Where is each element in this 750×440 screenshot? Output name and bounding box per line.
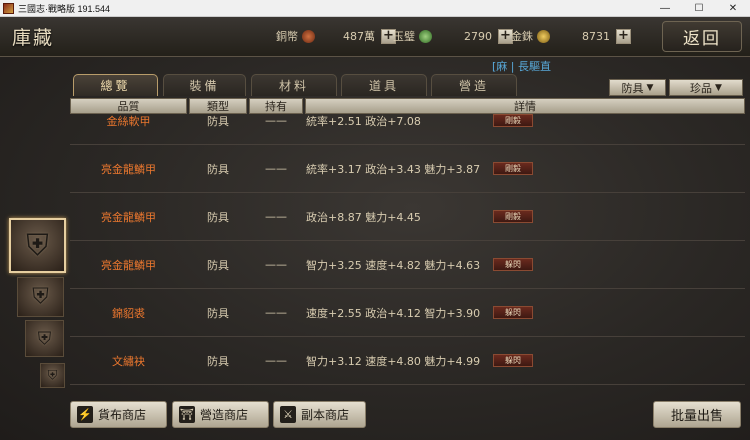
column-detail: 詳情 — [305, 98, 745, 114]
swords-icon: ⚔ — [280, 406, 296, 423]
trait-badge[interactable]: 剛毅 — [493, 114, 533, 127]
game-window: 庫藏 銅幣 487萬 + 玉璧 2790 + 金銖 8731 + 返回 [麻 |… — [0, 17, 750, 440]
batch-sell-button[interactable]: 批量出售 — [653, 401, 741, 428]
maximize-button[interactable]: ☐ — [682, 0, 716, 17]
back-button[interactable]: 返回 — [662, 21, 742, 52]
item-held: —— — [265, 306, 287, 319]
selected-item-thumbnail[interactable]: ⛨ — [9, 218, 66, 273]
top-bar: 庫藏 銅幣 487萬 + 玉璧 2790 + 金銖 8731 + 返回 — [0, 17, 750, 57]
item-held: —— — [265, 162, 287, 175]
item-type: 防具 — [207, 354, 229, 368]
item-name: 亮金龍鱗甲 — [101, 162, 156, 176]
item-name: 文繡袂 — [112, 354, 145, 368]
window-controls: — ☐ ✕ — [648, 0, 750, 17]
item-type: 防具 — [207, 306, 229, 320]
currency-label: 銅幣 — [276, 30, 298, 43]
table-row[interactable]: 文繡袂 防具 —— 智力+3.12 速度+4.80 魅力+4.99 躲閃 — [70, 337, 745, 385]
tab-materials[interactable]: 材料 — [251, 74, 337, 96]
currency-value: 8731 — [582, 29, 610, 43]
item-detail: 統率+3.17 政治+3.43 魅力+3.87 — [306, 162, 481, 176]
column-held[interactable]: 持有 — [249, 98, 303, 114]
table-row[interactable]: 錦貂裘 防具 —— 速度+2.55 政治+4.12 智力+3.90 躲閃 — [70, 289, 745, 337]
add-gold-button[interactable]: + — [616, 28, 631, 44]
item-detail: 智力+3.12 速度+4.80 魅力+4.99 — [306, 354, 481, 368]
column-type[interactable]: 類型 — [189, 98, 247, 114]
item-detail: 統率+2.51 政治+7.08 — [306, 114, 421, 128]
armor-icon: ⛨ — [47, 368, 58, 383]
armor-icon: ⛨ — [26, 228, 49, 263]
currency-copper: 銅幣 487萬 + — [276, 25, 396, 47]
filter-label: 珍品 — [690, 81, 713, 95]
currency-value: 487萬 — [343, 30, 375, 43]
item-held: —— — [265, 258, 287, 271]
table-row[interactable]: 金絲軟甲 防具 —— 統率+2.51 政治+7.08 剛毅 — [70, 114, 745, 145]
item-thumbnail[interactable]: ⛨ — [40, 363, 65, 388]
trait-badge[interactable]: 剛毅 — [493, 162, 533, 175]
dungeon-shop-button[interactable]: ⚔ 副本商店 — [273, 401, 366, 428]
currency-value: 2790 — [464, 29, 492, 43]
scrolling-ticker: [麻 | 長驅直 — [492, 60, 551, 73]
shop-label: 副本商店 — [301, 408, 350, 422]
tab-construction[interactable]: 營造 — [431, 74, 517, 96]
gate-icon: ⛩ — [179, 406, 195, 423]
chevron-down-icon: ▼ — [715, 82, 722, 93]
filter-armor-dropdown[interactable]: 防具 ▼ — [609, 79, 666, 96]
item-detail: 速度+2.55 政治+4.12 智力+3.90 — [306, 306, 481, 320]
table-header: 品質 類型 持有 詳情 — [70, 98, 745, 114]
window-title: 三國志·戰略版 191.544 — [18, 3, 111, 14]
item-held: —— — [265, 114, 287, 127]
item-type: 防具 — [207, 258, 229, 272]
item-name: 錦貂裘 — [112, 306, 145, 320]
tab-equipment[interactable]: 裝備 — [163, 74, 246, 96]
jade-coin-icon — [419, 29, 432, 43]
item-type: 防具 — [207, 162, 229, 176]
minimize-button[interactable]: — — [648, 0, 682, 17]
column-quality[interactable]: 品質 — [70, 98, 187, 114]
shop-label: 營造商店 — [200, 408, 249, 422]
item-held: —— — [265, 354, 287, 367]
cloth-shop-button[interactable]: ⚡ 貨布商店 — [70, 401, 167, 428]
filter-label: 防具 — [621, 81, 644, 95]
item-type: 防具 — [207, 210, 229, 224]
item-name: 亮金龍鱗甲 — [101, 210, 156, 224]
tab-items[interactable]: 道具 — [341, 74, 427, 96]
item-detail: 智力+3.25 速度+4.82 魅力+4.63 — [306, 258, 481, 272]
table-row[interactable]: 亮金龍鱗甲 防具 —— 統率+3.17 政治+3.43 魅力+3.87 剛毅 — [70, 145, 745, 193]
table-row[interactable]: 亮金龍鱗甲 防具 —— 政治+8.87 魅力+4.45 剛毅 — [70, 193, 745, 241]
close-button[interactable]: ✕ — [716, 0, 750, 17]
lightning-icon: ⚡ — [77, 406, 93, 423]
window-titlebar: 三國志·戰略版 191.544 — ☐ ✕ — [0, 0, 750, 17]
trait-badge[interactable]: 剛毅 — [493, 210, 533, 223]
armor-icon: ⛨ — [32, 284, 49, 310]
item-thumbnail[interactable]: ⛨ — [25, 320, 64, 357]
construction-shop-button[interactable]: ⛩ 營造商店 — [172, 401, 269, 428]
trait-badge[interactable]: 躲閃 — [493, 258, 533, 271]
filter-rarity-dropdown[interactable]: 珍品 ▼ — [669, 79, 743, 96]
gold-coin-icon — [537, 29, 550, 43]
page-title: 庫藏 — [12, 27, 55, 49]
currency-jade: 玉璧 2790 + — [393, 25, 513, 47]
item-list[interactable]: 金絲軟甲 防具 —— 統率+2.51 政治+7.08 剛毅 亮金龍鱗甲 防具 —… — [70, 114, 745, 404]
item-name: 金絲軟甲 — [106, 114, 151, 128]
chevron-down-icon: ▼ — [646, 82, 654, 93]
back-label: 返回 — [683, 29, 721, 49]
trait-badge[interactable]: 躲閃 — [493, 306, 533, 319]
item-type: 防具 — [207, 114, 229, 128]
item-thumbnail[interactable]: ⛨ — [17, 277, 64, 317]
table-row[interactable]: 亮金龍鱗甲 防具 —— 智力+3.25 速度+4.82 魅力+4.63 躲閃 — [70, 241, 745, 289]
item-detail: 政治+8.87 魅力+4.45 — [306, 210, 421, 224]
tab-overview[interactable]: 總覽 — [73, 74, 158, 96]
currency-label: 金銖 — [511, 30, 533, 43]
item-held: —— — [265, 210, 287, 223]
currency-label: 玉璧 — [393, 30, 415, 43]
item-name: 亮金龍鱗甲 — [101, 258, 156, 272]
trait-badge[interactable]: 躲閃 — [493, 354, 533, 367]
app-icon — [3, 2, 14, 14]
armor-icon: ⛨ — [37, 328, 52, 349]
currency-gold: 金銖 8731 + — [511, 25, 631, 47]
copper-coin-icon — [302, 29, 315, 43]
shop-label: 貨布商店 — [98, 408, 147, 422]
